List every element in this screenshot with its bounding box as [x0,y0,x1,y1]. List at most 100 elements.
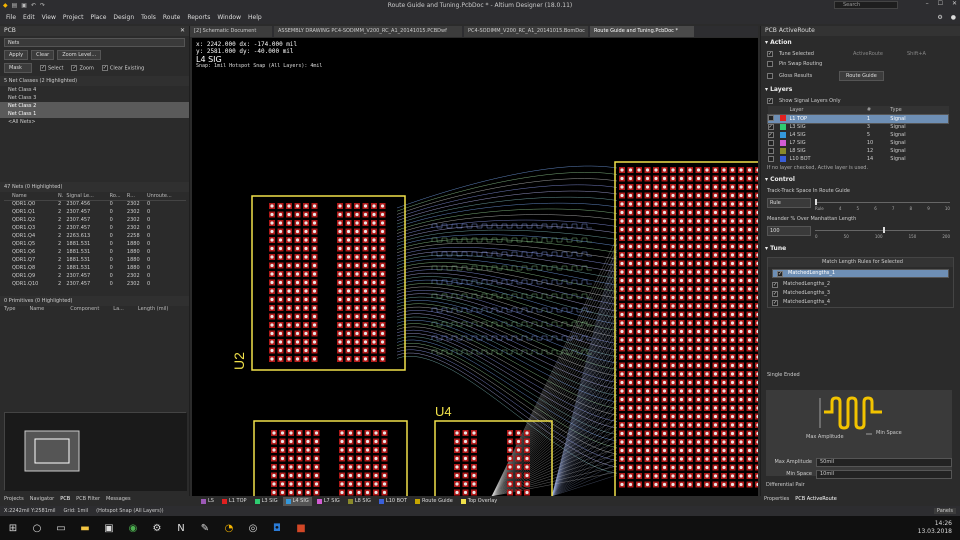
table-row[interactable]: QDR1.Q7 2 1881.531 0 1880 0 [4,256,186,264]
menu-design[interactable]: Design [113,14,134,21]
col-unrouted[interactable]: Unroute... [146,192,186,201]
menu-reports[interactable]: Reports [187,14,210,21]
menu-route[interactable]: Route [163,14,180,21]
settings-icon[interactable]: ⚙ [150,521,164,535]
meander-slider[interactable]: 100 0 50 100 150 200 [767,226,954,240]
list-item[interactable]: <All Nets> [0,118,189,126]
table-row[interactable]: QDR1.Q9 2 2307.457 0 2302 0 [4,272,186,280]
meander-thumb[interactable] [883,227,885,233]
zoom-level-button[interactable]: Zoom Level... [57,50,102,60]
altium-icon[interactable]: ◔ [222,521,236,535]
col-signal-length[interactable]: Signal Le... [66,192,110,201]
mode-dropdown[interactable]: Nets [4,38,185,47]
layer-checkbox[interactable] [767,155,774,162]
search-icon[interactable]: ○ [30,521,44,535]
list-item[interactable]: Net Class 3 [0,94,189,102]
col-nodes[interactable]: N. [57,192,67,201]
task-view-icon[interactable]: ▭ [54,521,68,535]
col-layer[interactable]: Layer [789,106,867,114]
tab-projects[interactable]: Projects [4,496,24,506]
match-rule-item[interactable]: ✓ MatchedLengths_1 [772,269,949,278]
menu-project[interactable]: Project [63,14,84,21]
powerpoint-icon[interactable]: ■ [294,521,308,535]
col-routed[interactable]: Ro... [109,192,127,201]
layer-tab[interactable]: L4 SIG [282,496,312,506]
match-rule-item[interactable]: ✓ MatchedLengths_4 [768,298,953,307]
col-name[interactable]: Name [4,192,58,201]
layer-tab[interactable]: L7 SIG [314,497,343,506]
gloss-checkbox[interactable]: Gloss Results Route Guide [761,69,960,83]
mask-dropdown[interactable]: Mask [4,63,32,73]
app-circle-icon[interactable]: ◎ [246,521,260,535]
tab-route-guide[interactable]: Route Guide and Tuning.PcbDoc * [590,26,694,37]
layers-section-header[interactable]: ▾ Layers [761,83,960,96]
search-input[interactable]: Search [834,1,898,9]
layer-tab[interactable]: L3 SIG [252,497,281,506]
close-button[interactable]: ✕ [952,0,957,7]
menu-window[interactable]: Window [217,14,241,21]
pin-swap-checkbox[interactable]: Pin Swap Routing [761,59,960,69]
chrome-icon[interactable]: ◉ [126,521,140,535]
minimize-button[interactable]: – [926,0,929,7]
track-space-slider[interactable]: Rule Rule 4 5 6 7 8 9 10 [767,198,954,212]
user-icon[interactable]: ● [951,14,956,21]
menu-place[interactable]: Place [90,14,106,21]
apply-button[interactable]: Apply [4,50,29,60]
list-item[interactable]: Net Class 2 [0,102,189,110]
windows-start-icon[interactable]: ⊞ [6,521,20,535]
layer-tab[interactable]: L10 BOT [376,497,410,506]
layer-row[interactable]: L8 SIG 12 Signal [767,147,949,155]
tab-bom[interactable]: PC4-SODIMM_V200_RC_A1_20141015.BomDoc [464,26,588,37]
layer-tab[interactable]: LS [198,497,217,506]
rule-checkbox[interactable]: ✓ [772,299,778,306]
tune-selected-row[interactable]: ✓ Tune Selected ActiveRoute Shift+A [761,49,960,59]
maximize-button[interactable]: ☐ [938,0,943,7]
table-row[interactable]: QDR1.Q4 2 2263.613 0 2258 0 [4,232,186,240]
rule-checkbox[interactable]: ✓ [772,290,778,297]
tab-navigator[interactable]: Navigator [30,496,54,506]
clear-button[interactable]: Clear [31,50,55,60]
table-row[interactable]: QDR1.Q5 2 1881.531 0 1880 0 [4,240,186,248]
layer-row[interactable]: L10 BOT 14 Signal [767,155,949,163]
layer-tab[interactable]: Route Guide [412,497,456,506]
store-icon[interactable]: ▣ [102,521,116,535]
app-pen-icon[interactable]: ✎ [198,521,212,535]
pcb-drawing[interactable]: U2 U4 [192,38,758,496]
menu-edit[interactable]: Edit [23,14,35,21]
zoom-checkbox[interactable]: ✓ Zoom [71,64,94,71]
match-rule-item[interactable]: ✓ MatchedLengths_2 [768,280,953,289]
select-checkbox[interactable]: ✓ Select [40,64,63,71]
layer-checkbox[interactable]: ✓ [767,131,774,138]
col-number[interactable]: # [866,106,891,114]
layer-checkbox[interactable] [767,147,774,154]
meander-value[interactable]: 100 [767,226,811,236]
close-icon[interactable]: ✕ [180,26,185,36]
clear-existing-checkbox[interactable]: ✓ Clear Existing [101,64,144,71]
col-type[interactable]: Type [890,106,949,114]
rule-checkbox[interactable]: ✓ [772,281,778,288]
layer-tab[interactable]: Top Overlay [458,497,500,506]
tab-messages[interactable]: Messages [106,496,131,506]
table-row[interactable]: QDR1.Q1 2 2307.457 0 2302 0 [4,208,186,216]
table-row[interactable]: QDR1.Q6 2 1881.531 0 1880 0 [4,248,186,256]
layer-tab[interactable]: L1 TOP [219,497,250,506]
control-section-header[interactable]: ▾ Control [761,173,960,186]
show-signal-checkbox[interactable]: ✓ Show Signal Layers Only [761,96,960,106]
tab-assembly-drawing[interactable]: ASSEMBLY DRAWING PC4-SODIMM_V200_RC_A1_2… [274,26,462,37]
menu-tools[interactable]: Tools [141,14,156,21]
layer-row[interactable]: ✓ L3 SIG 3 Signal [767,123,949,131]
layer-tab[interactable]: L8 SIG [345,497,374,506]
route-guide-button[interactable]: Route Guide [839,71,884,81]
outlook-icon[interactable]: ◘ [270,521,284,535]
layer-checkbox[interactable] [767,139,774,146]
layer-checkbox[interactable] [768,115,774,121]
table-row[interactable]: QDR1.Q10 2 2307.457 0 2302 0 [4,280,186,288]
gear-icon[interactable]: ⚙ [937,14,942,21]
board-minimap[interactable] [4,412,187,491]
menu-file[interactable]: File [6,14,16,21]
list-item[interactable]: Net Class 4 [0,86,189,94]
system-clock[interactable]: 14:26 13.03.2018 [918,520,952,536]
layer-row[interactable]: ✓ L4 SIG 5 Signal [767,131,949,139]
table-row[interactable]: QDR1.Q8 2 1881.531 0 1880 0 [4,264,186,272]
tab-pcb[interactable]: PCB [60,496,70,506]
